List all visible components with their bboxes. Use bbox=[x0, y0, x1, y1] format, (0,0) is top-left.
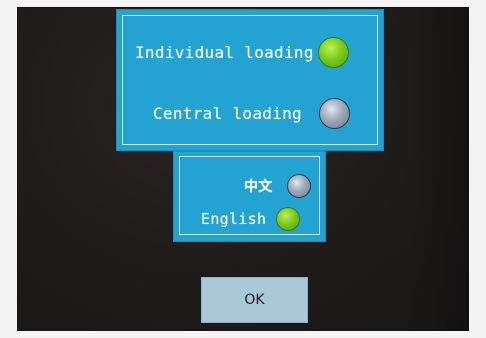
central-loading-radio[interactable] bbox=[319, 98, 350, 129]
ok-button[interactable]: OK bbox=[201, 277, 308, 323]
option-english[interactable]: English bbox=[201, 207, 301, 231]
chinese-label: 中文 bbox=[244, 179, 273, 195]
central-loading-label: Central loading bbox=[153, 104, 302, 123]
option-chinese[interactable]: 中文 bbox=[244, 174, 311, 198]
option-central-loading[interactable]: Central loading bbox=[153, 98, 350, 129]
english-radio[interactable] bbox=[276, 207, 301, 231]
language-panel: 中文 English bbox=[173, 151, 326, 242]
language-panel-border: 中文 English bbox=[179, 156, 320, 235]
individual-loading-radio[interactable] bbox=[317, 37, 349, 68]
device-photo: Individual loading Central loading 中文 En… bbox=[0, 0, 486, 338]
touch-screen: Individual loading Central loading 中文 En… bbox=[18, 8, 468, 330]
loading-mode-panel-border: Individual loading Central loading bbox=[122, 15, 378, 145]
loading-mode-panel: Individual loading Central loading bbox=[116, 9, 384, 151]
english-label: English bbox=[201, 210, 267, 228]
option-individual-loading[interactable]: Individual loading bbox=[135, 37, 349, 68]
individual-loading-label: Individual loading bbox=[135, 43, 314, 62]
chinese-radio[interactable] bbox=[286, 174, 311, 198]
